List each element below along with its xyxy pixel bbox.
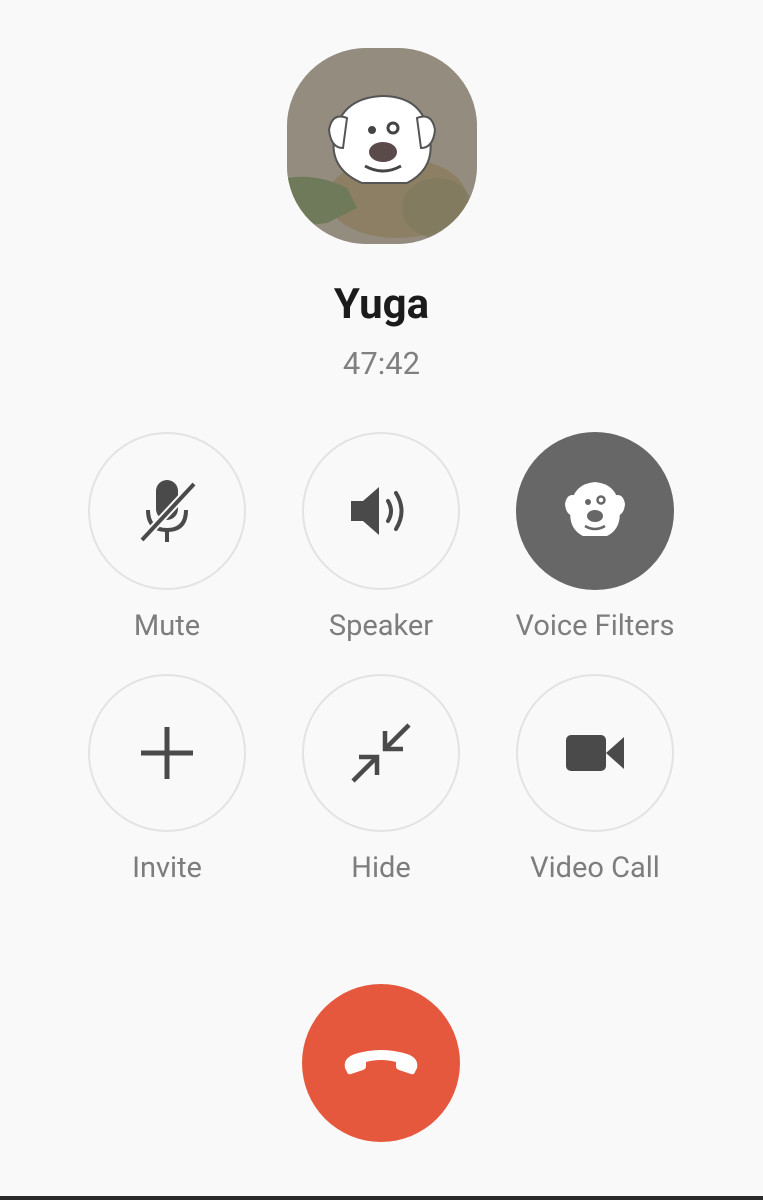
- mute-label: Mute: [133, 609, 201, 643]
- contact-name: Yuga: [333, 280, 430, 329]
- video-call-circle[interactable]: [516, 674, 674, 832]
- speaker-button[interactable]: Speaker: [291, 432, 471, 643]
- contact-avatar: [287, 48, 477, 244]
- hide-label: Hide: [351, 851, 411, 885]
- video-call-button[interactable]: Video Call: [505, 674, 685, 885]
- call-duration: 47:42: [342, 345, 421, 382]
- phone-hangup-icon: [344, 1050, 418, 1075]
- dog-avatar-image: [287, 48, 477, 244]
- mute-circle[interactable]: [88, 432, 246, 590]
- invite-button[interactable]: Invite: [77, 674, 257, 885]
- video-camera-icon: [566, 735, 624, 771]
- voice-filters-button[interactable]: Voice Filters: [505, 432, 685, 643]
- mute-button[interactable]: Mute: [77, 432, 257, 643]
- hide-button[interactable]: Hide: [291, 674, 471, 885]
- speaker-icon: [351, 487, 404, 535]
- hide-circle[interactable]: [302, 674, 460, 832]
- voice-filters-label: Voice Filters: [515, 609, 675, 643]
- minimize-arrows-icon: [351, 723, 411, 783]
- bottom-edge-bar: [0, 1196, 763, 1200]
- mic-off-icon: [139, 480, 197, 543]
- voice-filters-circle[interactable]: [516, 432, 674, 590]
- invite-circle[interactable]: [88, 674, 246, 832]
- video-call-label: Video Call: [530, 851, 660, 885]
- speaker-circle[interactable]: [302, 432, 460, 590]
- invite-label: Invite: [132, 851, 202, 885]
- end-call-button[interactable]: [302, 984, 460, 1142]
- plus-icon: [141, 727, 193, 779]
- speaker-label: Speaker: [328, 609, 434, 643]
- dog-face-icon: [565, 482, 625, 536]
